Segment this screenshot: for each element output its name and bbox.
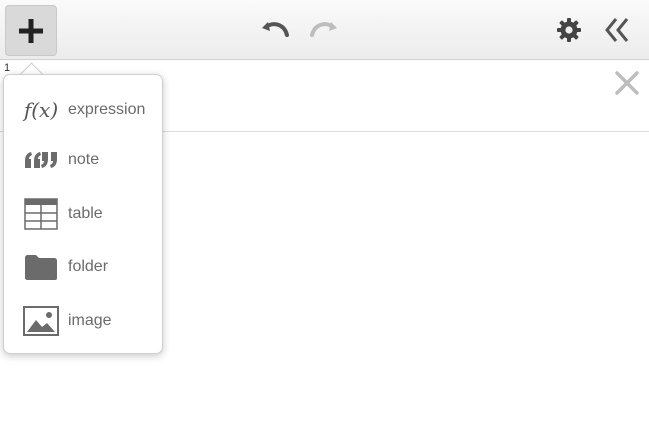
expression-row-index: 1 [4,62,11,74]
menu-item-image[interactable]: image [4,296,162,346]
folder-icon [23,250,59,284]
collapse-list-button[interactable] [600,12,634,48]
menu-item-folder[interactable]: folder [4,242,162,292]
menu-item-label: note [68,151,100,168]
menu-item-label: image [68,312,112,329]
menu-item-label: table [68,205,103,222]
plus-icon [19,18,43,43]
close-icon [615,71,639,95]
menu-item-label: folder [68,258,109,275]
menu-item-label: expression [68,101,146,118]
redo-icon [310,22,337,37]
menu-item-note[interactable]: note [4,135,162,185]
function-icon: f(x) [23,98,59,122]
settings-button[interactable] [552,13,586,47]
table-icon [23,197,59,231]
undo-icon [262,22,289,37]
menu-item-table[interactable]: table [4,189,162,239]
menu-item-expression[interactable]: f(x) expression [4,85,162,135]
double-chevron-left-icon [605,18,629,42]
undo-button[interactable] [256,12,294,46]
image-icon [23,304,59,338]
add-item-menu: f(x) expression note table folder image [3,74,163,354]
top-toolbar [0,0,649,60]
redo-button[interactable] [305,12,343,46]
close-expression-button[interactable] [612,68,642,98]
add-item-button[interactable] [5,5,57,56]
gear-icon [557,18,581,42]
quote-icon [23,143,59,177]
menu-pointer [19,57,43,75]
